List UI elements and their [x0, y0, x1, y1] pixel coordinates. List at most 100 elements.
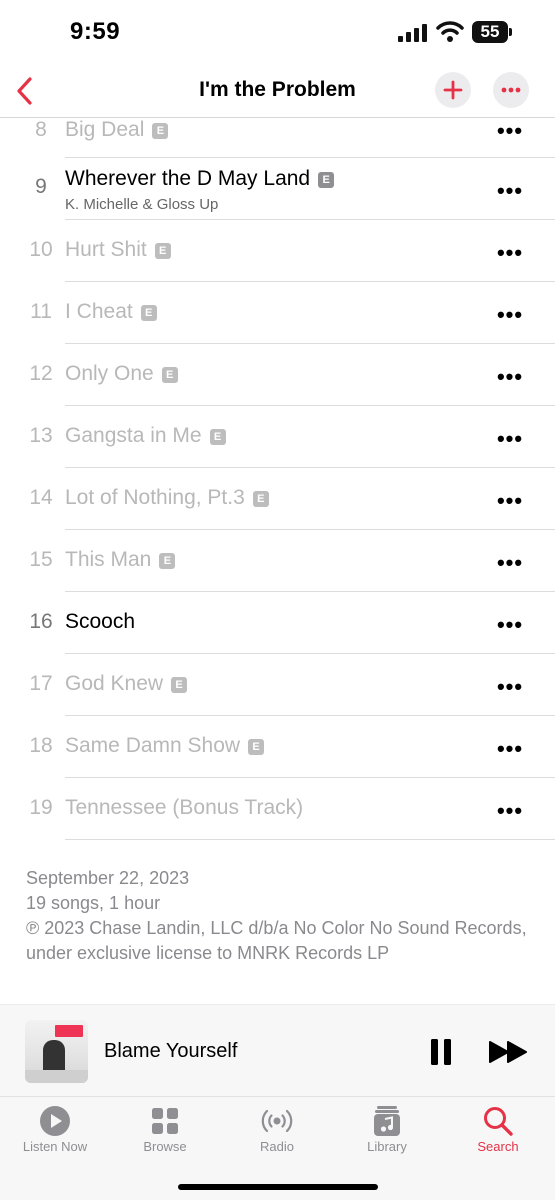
track-title: Lot of Nothing, Pt.3 E [65, 486, 269, 510]
artwork-figure [43, 1040, 65, 1074]
tab-label: Listen Now [22, 1139, 88, 1154]
tab-label: Browse [143, 1139, 187, 1154]
track-title: Gangsta in Me E [65, 424, 226, 448]
track-title-text: Big Deal [65, 118, 145, 141]
track-title: I Cheat E [65, 300, 157, 324]
explicit-badge: E [154, 243, 171, 259]
track-number: 16 [29, 610, 53, 633]
track-row[interactable]: 11 I Cheat E ••• [0, 282, 555, 344]
album-info: September 22, 2023 19 songs, 1 hour ℗ 20… [26, 866, 536, 966]
track-title-text: Hurt Shit [65, 238, 147, 261]
track-row[interactable]: 17 God Knew E ••• [0, 654, 555, 716]
track-row[interactable]: 12 Only One E ••• [0, 344, 555, 406]
track-more-button[interactable]: ••• [494, 120, 526, 146]
track-artist: K. Michelle & Gloss Up [65, 196, 219, 213]
album-artwork[interactable] [25, 1020, 88, 1083]
now-playing-title[interactable]: Blame Yourself [104, 1040, 237, 1063]
track-title: Same Damn Show E [65, 734, 265, 758]
track-title-text: Gangsta in Me [65, 424, 202, 447]
album-summary: 19 songs, 1 hour [26, 893, 161, 913]
track-number: 11 [30, 300, 52, 323]
track-title-text: Scooch [65, 610, 136, 633]
tab-browse[interactable]: Browse [110, 1097, 220, 1167]
track-number: 8 [35, 118, 47, 141]
track-more-button[interactable]: ••• [494, 180, 526, 206]
explicit-badge: E [248, 739, 265, 755]
wifi-icon [436, 21, 464, 42]
cellular-signal-icon [398, 24, 427, 42]
track-row[interactable]: 13 Gangsta in Me E ••• [0, 406, 555, 468]
track-more-button[interactable]: ••• [494, 366, 526, 392]
artwork-ground [25, 1070, 88, 1083]
battery-tip [509, 28, 512, 36]
track-more-button[interactable]: ••• [494, 304, 526, 330]
track-number: 9 [35, 175, 47, 198]
tab-library[interactable]: Library [332, 1097, 442, 1167]
home-indicator[interactable] [178, 1184, 378, 1190]
track-more-button[interactable]: ••• [494, 242, 526, 268]
track-number: 18 [29, 734, 53, 757]
row-divider [65, 839, 555, 840]
track-number: 10 [29, 238, 53, 261]
track-title: This Man E [65, 548, 176, 572]
track-title-text: Lot of Nothing, Pt.3 [65, 486, 245, 509]
track-more-button[interactable]: ••• [494, 614, 526, 640]
explicit-badge: E [152, 123, 169, 139]
music-library-icon [374, 1106, 400, 1136]
mini-player[interactable]: Blame Yourself [0, 1004, 555, 1096]
tab-label: Radio [260, 1139, 294, 1154]
search-icon [484, 1107, 513, 1136]
track-title-text: Wherever the D May Land [65, 167, 311, 190]
track-number: 14 [29, 486, 53, 509]
track-row[interactable]: 8 Big Deal E ••• [0, 118, 555, 158]
track-more-button[interactable]: ••• [494, 676, 526, 702]
tab-label: Search [477, 1139, 519, 1154]
track-title-text: Same Damn Show [65, 734, 241, 757]
track-title: Big Deal E [65, 118, 169, 142]
track-row[interactable]: 10 Hurt Shit E ••• [0, 220, 555, 282]
release-date: September 22, 2023 [26, 868, 190, 888]
track-more-button[interactable]: ••• [494, 738, 526, 764]
track-more-button[interactable]: ••• [494, 490, 526, 516]
track-list: 8 Big Deal E ••• 9 Wherever the D May Land E K.… [0, 118, 555, 840]
battery-indicator: 55 [472, 21, 508, 43]
track-more-button[interactable]: ••• [494, 428, 526, 454]
track-row[interactable]: 9 Wherever the D May Land E K. Michelle & G… [0, 158, 555, 220]
track-row[interactable]: 15 This Man E ••• [0, 530, 555, 592]
track-number: 15 [29, 548, 53, 571]
pause-button[interactable] [428, 1037, 454, 1067]
explicit-badge: E [252, 491, 269, 507]
track-more-button[interactable]: ••• [494, 552, 526, 578]
track-row[interactable]: 18 Same Damn Show E ••• [0, 716, 555, 778]
track-title: Only One E [65, 362, 178, 386]
explicit-badge: E [209, 429, 226, 445]
track-number: 13 [29, 424, 53, 447]
tab-radio[interactable]: Radio [222, 1097, 332, 1167]
explicit-badge: E [161, 367, 178, 383]
track-row[interactable]: 16 Scooch ••• [0, 592, 555, 654]
artwork-sign [55, 1025, 83, 1037]
explicit-badge: E [140, 305, 157, 321]
status-time: 9:59 [70, 18, 121, 45]
ellipsis-icon [501, 87, 521, 93]
track-title: God Knew E [65, 672, 188, 696]
add-button[interactable] [435, 72, 471, 108]
more-options-button[interactable] [493, 72, 529, 108]
radio-waves-icon [261, 1109, 293, 1133]
track-title: Wherever the D May Land E [65, 167, 335, 191]
fast-forward-button[interactable] [488, 1039, 530, 1065]
tab-listen-now[interactable]: Listen Now [0, 1097, 110, 1167]
track-title-text: Tennessee (Bonus Track) [65, 796, 304, 819]
track-row[interactable]: 14 Lot of Nothing, Pt.3 E ••• [0, 468, 555, 530]
nav-bar: I'm the Problem [0, 66, 555, 118]
track-title-text: God Knew [65, 672, 164, 695]
explicit-badge: E [318, 172, 335, 188]
track-title: Hurt Shit E [65, 238, 171, 262]
track-number: 12 [29, 362, 53, 385]
explicit-badge: E [159, 553, 176, 569]
track-more-button[interactable]: ••• [494, 800, 526, 826]
tab-search[interactable]: Search [443, 1097, 553, 1167]
track-title-text: This Man [65, 548, 152, 571]
grid-icon [152, 1108, 178, 1134]
track-row[interactable]: 19 Tennessee (Bonus Track) ••• [0, 778, 555, 840]
